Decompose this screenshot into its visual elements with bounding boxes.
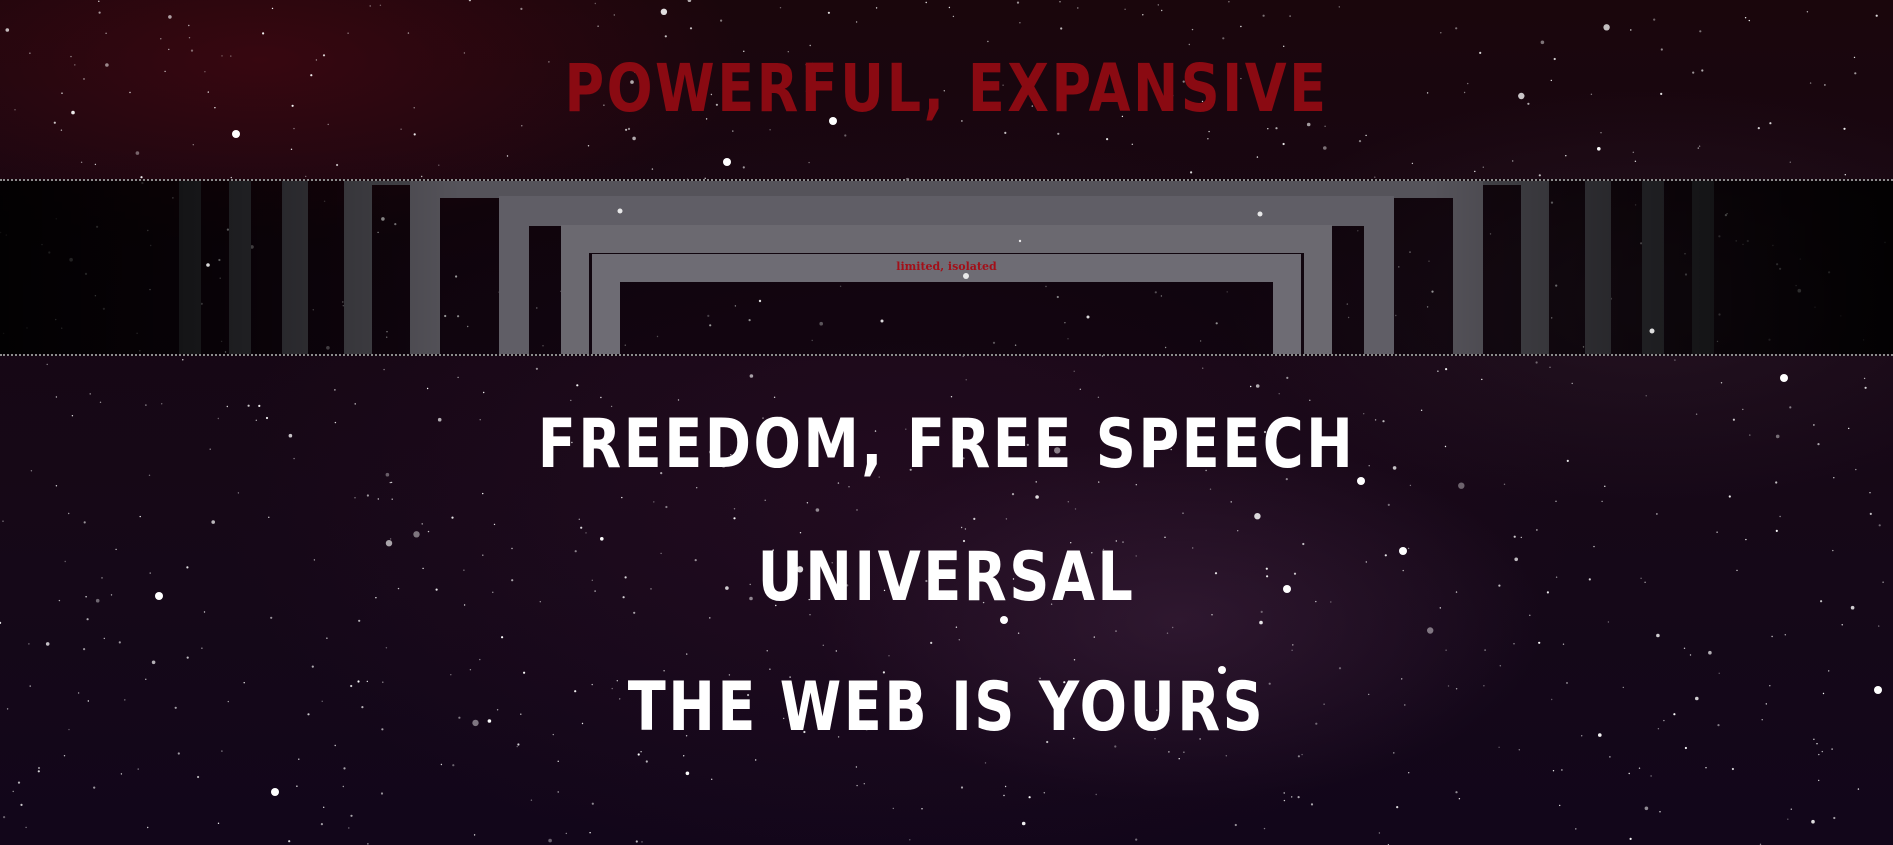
slogan-web-is-yours: THE WEB IS YOURS bbox=[627, 668, 1266, 747]
tunnel-band: limited, isolated bbox=[0, 179, 1893, 356]
band-caption: limited, isolated bbox=[896, 260, 997, 273]
slogan-freedom: FREEDOM, FREE SPEECH bbox=[537, 405, 1356, 484]
hero-page: POWERFUL, EXPANSIVE limited, isolated FR… bbox=[0, 0, 1893, 845]
slogan-universal: UNIVERSAL bbox=[757, 538, 1136, 617]
tagline-top: POWERFUL, EXPANSIVE bbox=[564, 50, 1329, 127]
